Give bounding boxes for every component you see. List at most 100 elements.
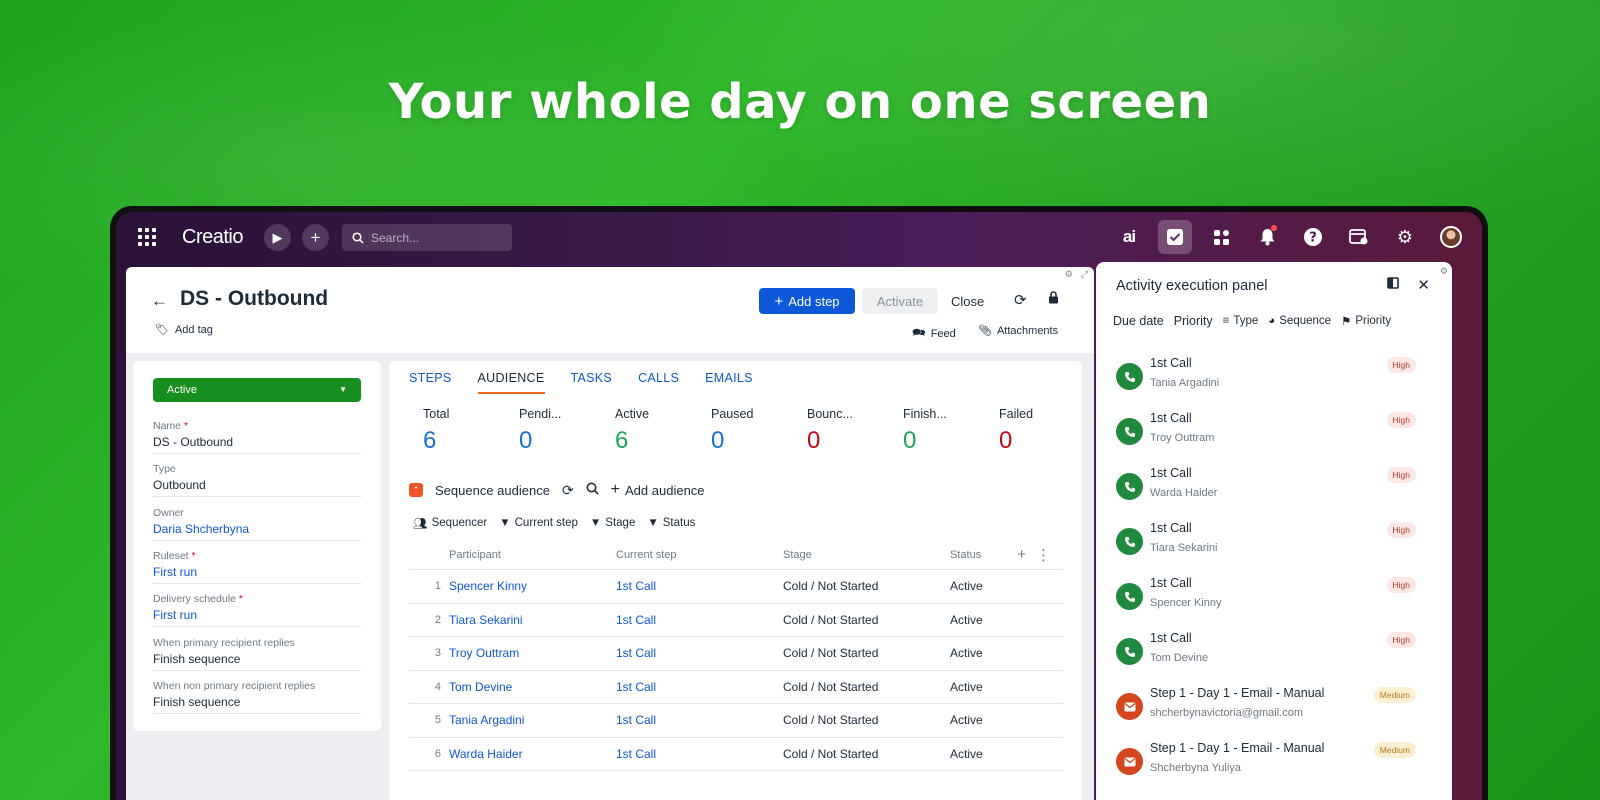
phone-icon[interactable]: [1116, 638, 1143, 665]
play-icon[interactable]: ▶: [264, 224, 291, 251]
stat-item[interactable]: Bounc... 0: [807, 407, 903, 455]
add-audience-button[interactable]: + Add audience: [611, 481, 705, 499]
table-row[interactable]: 4 Tom Devine 1st Call Cold / Not Started…: [409, 671, 1063, 704]
close-icon[interactable]: ✕: [1417, 276, 1430, 294]
filter-priority[interactable]: ⚑ Priority: [1341, 314, 1391, 328]
column-participant[interactable]: Participant: [449, 549, 616, 561]
help-icon[interactable]: ?: [1296, 220, 1330, 254]
table-row[interactable]: 1 Spencer Kinny 1st Call Cold / Not Star…: [409, 570, 1063, 604]
search-input[interactable]: Search...: [342, 224, 512, 251]
delivery-schedule-field[interactable]: Delivery schedule * First run: [153, 593, 361, 627]
expand-icon[interactable]: ⤢: [1081, 269, 1088, 280]
creatio-logo[interactable]: Creatio: [182, 226, 243, 249]
collapse-chevron-icon[interactable]: ⌃: [409, 483, 423, 497]
app-launcher-icon[interactable]: [138, 228, 156, 246]
current-step-link[interactable]: 1st Call: [616, 579, 783, 593]
widgets-icon[interactable]: [1204, 220, 1238, 254]
activate-button[interactable]: Activate: [862, 288, 938, 314]
participant-link[interactable]: Troy Outtram: [449, 646, 616, 660]
add-tag-button[interactable]: 🏷︎ Add tag: [155, 323, 213, 337]
tab-tasks[interactable]: TASKS: [571, 371, 613, 394]
primary-reply-field[interactable]: When primary recipient replies Finish se…: [153, 637, 361, 671]
ai-icon[interactable]: ai: [1112, 220, 1146, 254]
activity-item[interactable]: 1st Call Tom Devine High: [1116, 627, 1416, 682]
type-field[interactable]: Type Outbound: [153, 463, 361, 497]
plus-icon[interactable]: +: [302, 224, 329, 251]
user-avatar[interactable]: [1434, 220, 1468, 254]
participant-link[interactable]: Warda Haider: [449, 747, 616, 761]
non-primary-reply-field[interactable]: When non primary recipient replies Finis…: [153, 680, 361, 714]
filter-current-step[interactable]: ▼ Current step: [499, 516, 578, 530]
activity-item[interactable]: 1st Call Tania Argadini High: [1116, 352, 1416, 407]
stat-item[interactable]: Total 6: [423, 407, 519, 455]
small-gear-icon[interactable]: ⚙: [1440, 266, 1448, 277]
feed-link[interactable]: 🗪 Feed: [912, 324, 956, 343]
stat-item[interactable]: Pendi... 0: [519, 407, 615, 455]
filter-sequencer[interactable]: 👥︎ Sequencer: [413, 516, 487, 530]
tasks-check-icon[interactable]: [1158, 220, 1192, 254]
table-row[interactable]: 2 Tiara Sekarini 1st Call Cold / Not Sta…: [409, 604, 1063, 637]
tab-calls[interactable]: CALLS: [638, 371, 679, 394]
notification-bell-icon[interactable]: [1250, 220, 1284, 254]
name-field[interactable]: Name * DS - Outbound: [153, 420, 361, 454]
tab-emails[interactable]: EMAILS: [705, 371, 753, 394]
stat-item[interactable]: Finish... 0: [903, 407, 999, 455]
activity-item[interactable]: 1st Call Warda Haider High: [1116, 462, 1416, 517]
stat-item[interactable]: Active 6: [615, 407, 711, 455]
phone-icon[interactable]: [1116, 473, 1143, 500]
close-button[interactable]: Close: [951, 288, 984, 314]
settings-gear-icon[interactable]: ⚙: [1388, 220, 1422, 254]
current-step-link[interactable]: 1st Call: [616, 613, 783, 627]
refresh-icon[interactable]: ⟳: [562, 482, 574, 499]
current-step-link[interactable]: 1st Call: [616, 713, 783, 727]
sort-due-date[interactable]: Due date: [1113, 314, 1164, 328]
participant-link[interactable]: Tom Devine: [449, 680, 616, 694]
column-current-step[interactable]: Current step: [616, 549, 783, 561]
phone-icon[interactable]: [1116, 528, 1143, 555]
participant-link[interactable]: Spencer Kinny: [449, 579, 616, 593]
table-row[interactable]: 5 Tania Argadini 1st Call Cold / Not Sta…: [409, 704, 1063, 738]
ruleset-field[interactable]: Ruleset * First run: [153, 550, 361, 584]
email-icon[interactable]: [1116, 693, 1143, 720]
attachments-link[interactable]: 📎︎ Attachments: [978, 324, 1058, 338]
column-stage[interactable]: Stage: [783, 549, 950, 561]
add-column-icon[interactable]: +: [1017, 546, 1026, 564]
filter-status[interactable]: ▼ Status: [647, 516, 695, 530]
participant-link[interactable]: Tiara Sekarini: [449, 613, 616, 627]
tab-steps[interactable]: STEPS: [409, 371, 452, 394]
sort-priority[interactable]: Priority: [1174, 314, 1213, 328]
ruleset-link[interactable]: First run: [153, 565, 361, 579]
phone-icon[interactable]: [1116, 583, 1143, 610]
table-row[interactable]: 3 Troy Outtram 1st Call Cold / Not Start…: [409, 637, 1063, 671]
activity-item[interactable]: 1st Call Spencer Kinny High: [1116, 572, 1416, 627]
filter-type[interactable]: ≡ Type: [1223, 315, 1259, 327]
filter-stage[interactable]: ▼ Stage: [590, 516, 635, 530]
current-step-link[interactable]: 1st Call: [616, 747, 783, 761]
current-step-link[interactable]: 1st Call: [616, 646, 783, 660]
phone-icon[interactable]: [1116, 418, 1143, 445]
current-step-link[interactable]: 1st Call: [616, 680, 783, 694]
refresh-icon[interactable]: ⟳: [1014, 291, 1027, 309]
filter-sequence[interactable]: ◕ Sequence: [1268, 315, 1331, 327]
activity-item[interactable]: Step 1 - Day 1 - Email - Manual shcherby…: [1116, 682, 1416, 737]
table-row[interactable]: 6 Warda Haider 1st Call Cold / Not Start…: [409, 738, 1063, 771]
stat-item[interactable]: Failed 0: [999, 407, 1094, 455]
stat-item[interactable]: Paused 0: [711, 407, 807, 455]
activity-item[interactable]: 1st Call Troy Outtram High: [1116, 407, 1416, 462]
back-arrow-icon[interactable]: ←: [151, 291, 168, 311]
tab-audience[interactable]: AUDIENCE: [477, 371, 545, 394]
search-icon[interactable]: [586, 482, 599, 498]
participant-link[interactable]: Tania Argadini: [449, 713, 616, 727]
calendar-settings-icon[interactable]: [1342, 220, 1376, 254]
dock-panel-icon[interactable]: [1387, 276, 1400, 294]
phone-icon[interactable]: [1116, 363, 1143, 390]
owner-link[interactable]: Daria Shcherbyna: [153, 522, 361, 536]
activity-item[interactable]: Step 1 - Day 1 - Email - Manual Shcherby…: [1116, 737, 1416, 792]
status-dropdown[interactable]: Active ▼: [153, 378, 361, 402]
activity-item[interactable]: 1st Call Tiara Sekarini High: [1116, 517, 1416, 572]
lock-icon[interactable]: [1048, 291, 1059, 307]
add-step-button[interactable]: + Add step: [759, 288, 855, 314]
email-icon[interactable]: [1116, 748, 1143, 775]
more-vertical-icon[interactable]: ⋮: [1036, 546, 1051, 564]
small-gear-icon[interactable]: ⚙: [1065, 269, 1073, 280]
